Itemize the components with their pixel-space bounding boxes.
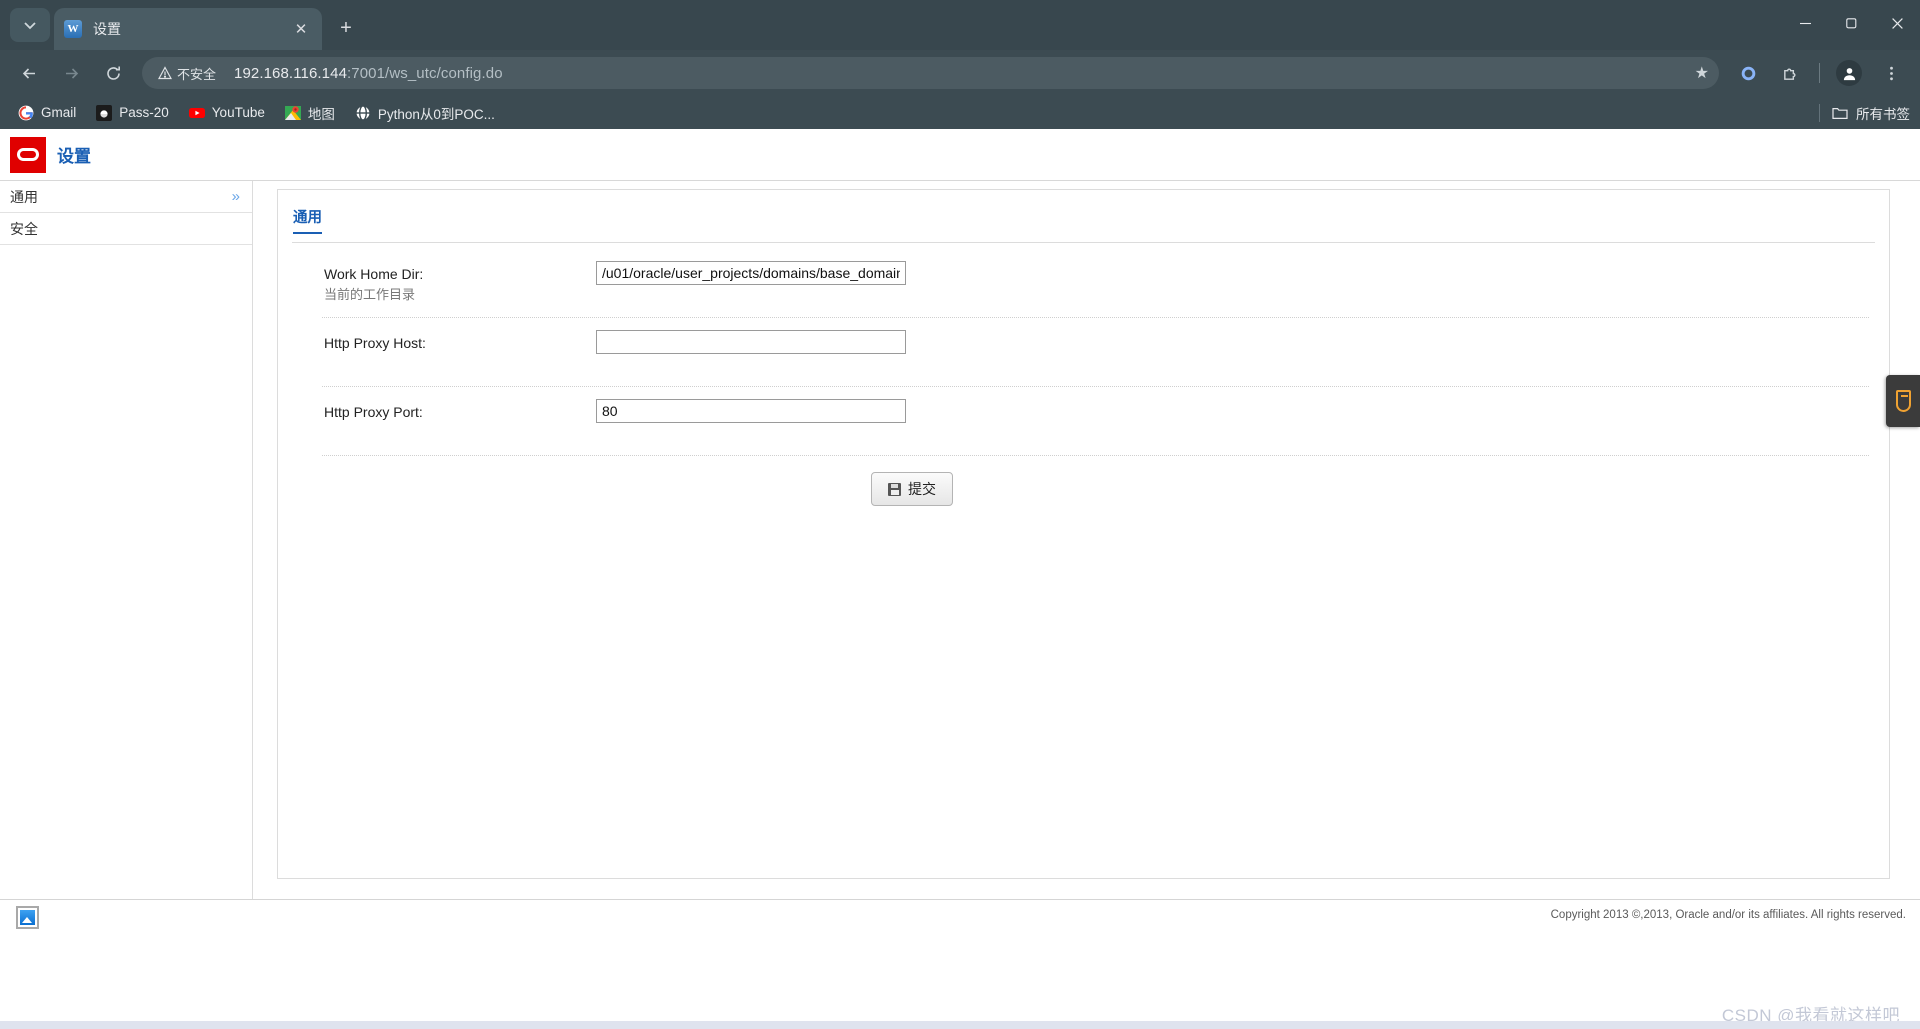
field-label-group: Http Proxy Host: <box>324 330 596 353</box>
bookmark-label: Pass-20 <box>119 105 169 120</box>
sidebar-item-label: 安全 <box>10 220 38 237</box>
sidebar-item-label: 通用 <box>10 188 38 205</box>
field-label-en: Work Home Dir: <box>324 266 424 282</box>
browser-toolbar: 不安全 192.168.116.144:7001/ws_utc/config.d… <box>0 50 1920 96</box>
minimize-icon[interactable] <box>1782 0 1828 46</box>
app-header: 设置 <box>0 129 1920 181</box>
new-tab-button[interactable]: + <box>332 14 360 42</box>
url-text: 192.168.116.144:7001/ws_utc/config.do <box>234 65 503 82</box>
youtube-icon <box>188 105 205 121</box>
tab-title: 设置 <box>93 21 121 37</box>
save-disk-icon <box>888 482 901 496</box>
field-input-wrap <box>596 399 906 423</box>
bookmarks-divider <box>1819 103 1820 122</box>
http-proxy-port-input[interactable] <box>596 399 906 423</box>
panel-header: 通用 <box>278 190 1889 242</box>
window-controls <box>1782 0 1920 46</box>
chevron-right-icon[interactable]: » <box>232 188 240 205</box>
field-row-http-proxy-port: Http Proxy Port: <box>278 399 1889 443</box>
usb-device-icon <box>1895 390 1911 412</box>
maps-icon <box>284 105 301 121</box>
chrome-menu-icon[interactable] <box>1875 57 1907 89</box>
reload-icon[interactable] <box>97 57 129 89</box>
content-area: 通用 Work Home Dir: 当前的工作目录 /u01/oracle/us… <box>253 181 1920 899</box>
back-arrow-icon[interactable] <box>13 57 45 89</box>
avatar <box>1836 60 1862 86</box>
weblogic-favicon: W <box>64 20 82 38</box>
bookmark-label: 地图 <box>307 106 335 122</box>
app-body: 通用 » 安全 通用 Work Home Dir: 当前的工作目录 /u01/o… <box>0 181 1920 899</box>
toolbar-divider <box>1819 63 1820 83</box>
pass20-icon <box>96 104 113 121</box>
settings-panel: 通用 Work Home Dir: 当前的工作目录 /u01/oracle/us… <box>277 189 1890 879</box>
close-icon[interactable]: ✕ <box>290 18 312 40</box>
copyright-text: Copyright 2013 ©,2013, Oracle and/or its… <box>1550 909 1906 921</box>
field-separator <box>322 317 1869 318</box>
gmail-icon <box>18 105 34 121</box>
usb-device-widget[interactable] <box>1886 375 1920 427</box>
field-label-cn: 当前的工作目录 <box>324 287 416 302</box>
tab-search-icon[interactable] <box>10 8 50 42</box>
field-label-en: Http Proxy Host: <box>324 335 426 351</box>
sidebar: 通用 » 安全 <box>0 181 253 899</box>
panel-title: 通用 <box>293 206 322 234</box>
all-bookmarks-label: 所有书签 <box>1856 106 1910 122</box>
submit-button[interactable]: 提交 <box>871 472 953 506</box>
sidebar-item-security[interactable]: 安全 <box>0 213 252 245</box>
bookmark-label: Gmail <box>41 105 77 120</box>
security-label: 不安全 <box>177 66 217 82</box>
globe-icon <box>354 104 371 121</box>
page-title: 设置 <box>57 147 91 166</box>
bookmark-label: YouTube <box>211 105 265 120</box>
address-bar[interactable]: 不安全 192.168.116.144:7001/ws_utc/config.d… <box>142 57 1719 89</box>
work-home-dir-input[interactable] <box>596 261 906 285</box>
browser-tab[interactable]: W 设置 ✕ <box>54 8 322 50</box>
toolbar-right-icons <box>1727 57 1912 89</box>
url-path: :7001/ws_utc/config.do <box>347 64 503 82</box>
field-input-wrap <box>596 330 906 354</box>
field-label-group: Work Home Dir: 当前的工作目录 <box>324 261 596 305</box>
bookmark-python-poc[interactable]: Python从0到POC... <box>347 99 503 127</box>
bookmark-maps[interactable]: 地图 <box>277 99 343 127</box>
page-footer: Copyright 2013 ©,2013, Oracle and/or its… <box>0 899 1920 943</box>
window-close-icon[interactable] <box>1874 0 1920 46</box>
field-row-http-proxy-host: Http Proxy Host: <box>278 330 1889 374</box>
security-indicator[interactable]: 不安全 <box>154 61 224 86</box>
extension-circle-icon[interactable] <box>1732 57 1764 89</box>
bookmark-youtube[interactable]: YouTube <box>181 101 273 125</box>
http-proxy-host-input[interactable] <box>596 330 906 354</box>
field-label-en: Http Proxy Port: <box>324 404 423 420</box>
browser-window: W 设置 ✕ + 不安全 192.168.116.144:7001/ws_utc… <box>0 0 1920 1029</box>
bookmark-star-icon[interactable]: ★ <box>1695 63 1709 83</box>
field-label-group: Http Proxy Port: <box>324 399 596 422</box>
folder-icon <box>1832 105 1848 121</box>
sidebar-item-general[interactable]: 通用 » <box>0 181 252 213</box>
oracle-logo-oval <box>17 148 39 161</box>
image-placeholder-icon <box>16 906 39 929</box>
oracle-logo <box>10 136 46 173</box>
page-content: 设置 通用 » 安全 通用 Work Home Dir: 当前的工作目录 /u0… <box>0 129 1920 1029</box>
bookmark-label: Python从0到POC... <box>377 106 495 122</box>
submit-button-label: 提交 <box>908 481 936 497</box>
tab-strip: W 设置 ✕ + <box>0 0 1920 50</box>
warning-triangle-icon <box>158 66 172 80</box>
profile-avatar-icon[interactable] <box>1833 57 1865 89</box>
image-placeholder-inner <box>20 910 35 925</box>
submit-row: 提交 <box>278 472 1889 506</box>
field-separator <box>322 455 1869 456</box>
field-separator <box>322 386 1869 387</box>
bookmark-pass-20[interactable]: Pass-20 <box>88 101 177 125</box>
all-bookmarks-button[interactable]: 所有书签 <box>1819 103 1910 123</box>
extensions-puzzle-icon[interactable] <box>1774 57 1806 89</box>
forward-arrow-icon[interactable] <box>55 57 87 89</box>
bookmarks-bar: Gmail Pass-20 YouTube 地图 Python从0到POC... <box>0 96 1920 129</box>
url-host: 192.168.116.144 <box>234 64 348 82</box>
field-row-work-home-dir: Work Home Dir: 当前的工作目录 <box>278 261 1889 305</box>
settings-form: Work Home Dir: 当前的工作目录 Http Proxy Host: <box>278 243 1889 506</box>
maximize-icon[interactable] <box>1828 0 1874 46</box>
bookmark-gmail[interactable]: Gmail <box>10 101 84 125</box>
field-input-wrap <box>596 261 906 285</box>
bottom-strip <box>0 1021 1920 1029</box>
